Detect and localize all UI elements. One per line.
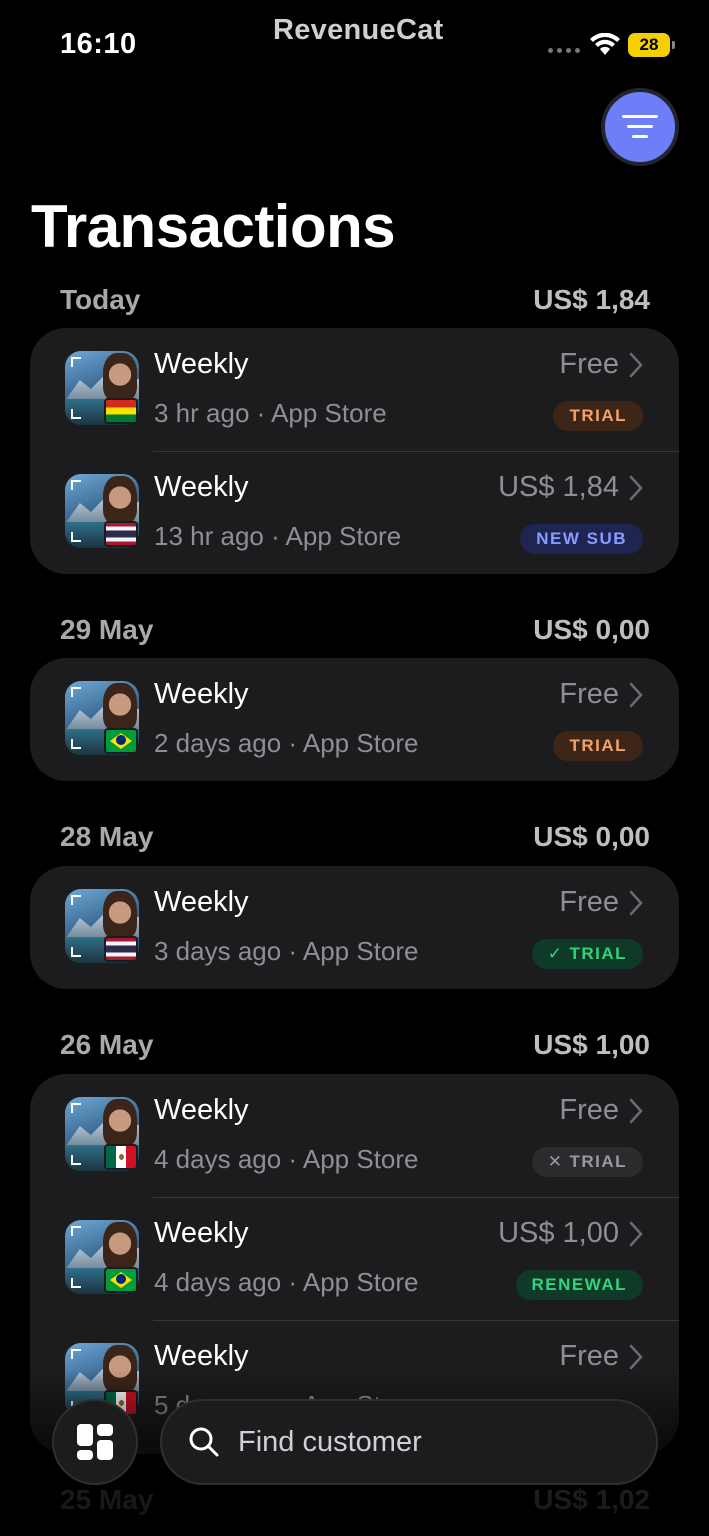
transaction-row[interactable]: Weekly 4 days ago · App Store US$ 1,00 R… <box>30 1197 679 1320</box>
product-name: Weekly <box>154 1217 249 1249</box>
product-name: Weekly <box>154 348 249 380</box>
transaction-row[interactable]: Weekly 3 hr ago · App Store Free TRIAL <box>30 328 679 451</box>
transaction-price: US$ 1,84 <box>498 471 619 503</box>
transaction-meta: 4 days ago · App Store <box>154 1144 419 1174</box>
section-total: US$ 0,00 <box>533 614 650 645</box>
chevron-right-icon <box>629 1221 643 1247</box>
battery-icon: 28 <box>628 33 676 57</box>
battery-level: 28 <box>628 33 670 57</box>
search-placeholder: Find customer <box>238 1425 422 1458</box>
thailand-flag-icon <box>104 521 138 547</box>
cellular-signal-icon <box>548 48 580 53</box>
transactions-card: Weekly 4 days ago · App Store Free ✕ TRIA… <box>30 1074 679 1454</box>
brazil-flag-icon <box>104 1267 138 1293</box>
bolivia-flag-icon <box>104 398 138 424</box>
transaction-price: Free <box>559 348 619 380</box>
section-date: Today <box>60 284 141 315</box>
product-name: Weekly <box>154 1094 249 1126</box>
transaction-row[interactable]: Weekly 4 days ago · App Store Free ✕ TRIA… <box>30 1074 679 1197</box>
filter-button[interactable] <box>601 88 679 166</box>
transactions-card: Weekly 3 days ago · App Store Free ✓ TRIA… <box>30 866 679 989</box>
status-badge: NEW SUB <box>520 524 643 554</box>
section-header: 25 May US$ 1,02 <box>60 1480 650 1520</box>
transaction-row[interactable]: Weekly 3 days ago · App Store Free ✓ TRIA… <box>30 866 679 989</box>
brazil-flag-icon <box>104 728 138 754</box>
transaction-meta: 13 hr ago · App Store <box>154 521 402 551</box>
product-name: Weekly <box>154 678 249 710</box>
section-header: 28 May US$ 0,00 <box>60 817 650 857</box>
status-badge: TRIAL <box>553 401 643 431</box>
status-time: 16:10 <box>60 28 137 60</box>
section-header: 29 May US$ 0,00 <box>60 610 650 650</box>
section-date: 28 May <box>60 821 154 852</box>
transaction-meta: 4 days ago · App Store <box>154 1267 419 1297</box>
filter-icon <box>622 115 658 138</box>
chevron-right-icon <box>629 475 643 501</box>
transaction-row[interactable]: Weekly 13 hr ago · App Store US$ 1,84 NE… <box>30 451 679 574</box>
chevron-right-icon <box>629 352 643 378</box>
chevron-right-icon <box>629 1098 643 1124</box>
checkmark-icon: ✓ <box>547 944 564 963</box>
section-date: 26 May <box>60 1029 154 1060</box>
transaction-meta: 3 hr ago · App Store <box>154 398 387 428</box>
transaction-price: Free <box>559 1094 619 1126</box>
find-customer-search[interactable]: Find customer <box>160 1399 658 1485</box>
status-badge: RENEWAL <box>515 1270 643 1300</box>
dashboard-grid-icon <box>77 1424 113 1460</box>
product-name: Weekly <box>154 886 249 918</box>
section-total: US$ 0,00 <box>533 821 650 852</box>
transaction-meta: 2 days ago · App Store <box>154 728 419 758</box>
status-badge: ✓ TRIAL <box>531 939 643 969</box>
transaction-price: Free <box>559 886 619 918</box>
transaction-price: US$ 1,00 <box>498 1217 619 1249</box>
transaction-meta: 3 days ago · App Store <box>154 936 419 966</box>
section-total: US$ 1,84 <box>533 284 650 315</box>
chevron-right-icon <box>629 682 643 708</box>
chevron-right-icon <box>629 890 643 916</box>
product-name: Weekly <box>154 471 249 503</box>
transaction-row[interactable]: Weekly 2 days ago · App Store Free TRIAL <box>30 658 679 781</box>
transactions-card: Weekly 3 hr ago · App Store Free TRIAL W… <box>30 328 679 574</box>
search-icon <box>189 1427 219 1457</box>
section-date: 25 May <box>60 1484 154 1515</box>
x-mark-icon: ✕ <box>547 1152 564 1171</box>
wifi-icon <box>590 33 620 55</box>
transaction-price: Free <box>559 678 619 710</box>
dashboard-button[interactable] <box>52 1399 138 1485</box>
transactions-card: Weekly 2 days ago · App Store Free TRIAL <box>30 658 679 781</box>
status-badge: ✕ TRIAL <box>531 1147 643 1177</box>
chevron-right-icon <box>629 1344 643 1370</box>
page-title: Transactions <box>31 193 396 260</box>
section-date: 29 May <box>60 614 154 645</box>
transaction-price: Free <box>559 1340 619 1372</box>
section-total: US$ 1,02 <box>533 1484 650 1515</box>
product-name: Weekly <box>154 1340 249 1372</box>
status-badge: TRIAL <box>553 731 643 761</box>
section-total: US$ 1,00 <box>533 1029 650 1060</box>
thailand-flag-icon <box>104 936 138 962</box>
status-bar: 16:10 RevenueCat 28 <box>0 0 709 90</box>
section-header: Today US$ 1,84 <box>60 280 650 320</box>
brand-logo: RevenueCat <box>273 14 444 46</box>
mexico-flag-icon <box>104 1144 138 1170</box>
section-header: 26 May US$ 1,00 <box>60 1025 650 1065</box>
